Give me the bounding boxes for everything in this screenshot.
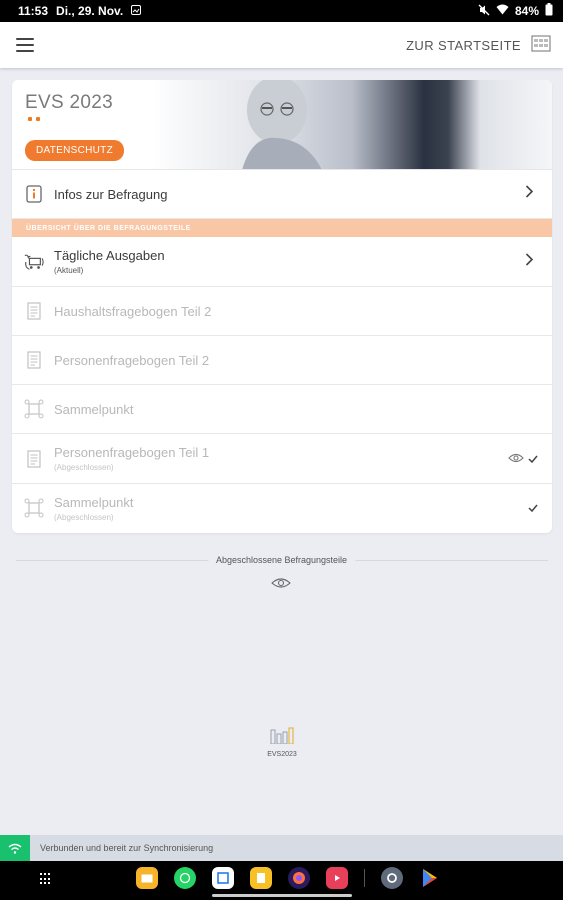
list-item-label: Personenfragebogen Teil 1 xyxy=(54,445,210,460)
status-date: Di., 29. Nov. xyxy=(56,4,124,18)
list-item-household-questionnaire-2: Haushaltsfragebogen Teil 2 xyxy=(12,287,552,336)
calendar-app-icon[interactable] xyxy=(212,867,234,889)
app-header: ZUR STARTSEITE xyxy=(0,22,563,68)
mute-icon xyxy=(478,4,490,19)
list-item-label: Sammelpunkt xyxy=(54,401,134,417)
item-status-icons xyxy=(508,450,538,468)
play-store-icon[interactable] xyxy=(419,867,441,889)
list-item-collection-point-completed: Sammelpunkt (Abgeschlossen) xyxy=(12,484,552,532)
section-header: ÜBERSICHT ÜBER DIE BEFRAGUNGSTEILE xyxy=(12,219,552,237)
shopping-cart-icon xyxy=(24,252,44,272)
list-item-status: (Abgeschlossen) xyxy=(54,512,114,522)
questionnaire-icon xyxy=(24,449,44,469)
collection-point-icon xyxy=(24,498,44,518)
settings-gear-icon[interactable] xyxy=(381,867,403,889)
video-app-icon[interactable] xyxy=(326,867,348,889)
sync-status-text: Verbunden und bereit zur Synchronisierun… xyxy=(40,843,214,853)
list-item-label: Sammelpunkt xyxy=(54,494,134,510)
survey-title: EVS 2023 xyxy=(25,92,113,113)
hero-person-image xyxy=(242,80,322,169)
completed-parts-label: Abgeschlossene Befragungsteile xyxy=(207,555,356,565)
battery-percent: 84% xyxy=(514,4,539,18)
list-item-daily-expenses[interactable]: Tägliche Ausgaben (Aktuell) xyxy=(12,237,552,287)
list-item-collection-point: Sammelpunkt xyxy=(12,385,552,434)
home-calendar-icon[interactable] xyxy=(531,34,551,57)
list-item-label: Tägliche Ausgaben xyxy=(54,248,165,263)
survey-card: EVS 2023 DATENSCHUTZ Infos zur Befragung… xyxy=(12,80,552,533)
system-status-bar: 11:53 Di., 29. Nov. 84% xyxy=(0,0,563,22)
chevron-right-icon xyxy=(525,252,534,271)
info-row-label: Infos zur Befragung xyxy=(54,186,168,202)
list-item-label: Personenfragebogen Teil 2 xyxy=(54,352,210,368)
checkmark-icon xyxy=(528,450,538,468)
list-item-status: (Abgeschlossen) xyxy=(54,463,114,472)
battery-icon xyxy=(545,3,553,19)
list-item-label: Haushaltsfragebogen Teil 2 xyxy=(54,303,212,319)
menu-icon[interactable] xyxy=(16,38,34,52)
wifi-connected-icon xyxy=(0,835,30,861)
home-gesture-bar[interactable] xyxy=(212,894,352,897)
info-icon xyxy=(24,184,44,204)
questionnaire-icon xyxy=(24,301,44,321)
evs-logo-bars-icon xyxy=(270,727,294,745)
firefox-icon[interactable] xyxy=(288,867,310,889)
questionnaire-icon xyxy=(24,350,44,370)
item-status-icons xyxy=(528,499,538,517)
view-eye-icon[interactable] xyxy=(508,450,524,468)
logo-text: EVS2023 xyxy=(267,751,297,758)
collection-point-icon xyxy=(24,399,44,419)
privacy-button[interactable]: DATENSCHUTZ xyxy=(25,140,125,161)
home-link[interactable]: ZUR STARTSEITE xyxy=(406,38,521,53)
email-app-icon[interactable] xyxy=(136,867,158,889)
title-dots xyxy=(28,117,40,121)
image-notification-icon xyxy=(131,4,142,18)
list-item-status: (Aktuell) xyxy=(54,266,84,275)
app-dock xyxy=(136,867,441,889)
system-nav-bar xyxy=(0,861,563,900)
checkmark-icon xyxy=(528,499,538,517)
evs-logo: EVS2023 xyxy=(262,726,302,758)
sync-status-bar: Verbunden und bereit zur Synchronisierun… xyxy=(0,835,563,861)
show-completed-eye-icon[interactable] xyxy=(271,576,291,594)
whatsapp-icon[interactable] xyxy=(174,867,196,889)
list-item-person-questionnaire-2: Personenfragebogen Teil 2 xyxy=(12,336,552,385)
list-item-person-questionnaire-1[interactable]: Personenfragebogen Teil 1 (Abgeschlossen… xyxy=(12,434,552,484)
chevron-right-icon xyxy=(525,185,534,204)
notes-app-icon[interactable] xyxy=(250,867,272,889)
app-drawer-icon[interactable] xyxy=(40,873,52,885)
dock-divider xyxy=(364,869,365,887)
wifi-icon xyxy=(496,4,509,18)
status-time: 11:53 xyxy=(18,4,49,18)
info-row[interactable]: Infos zur Befragung xyxy=(12,170,552,219)
hero-banner: EVS 2023 DATENSCHUTZ xyxy=(12,80,552,170)
